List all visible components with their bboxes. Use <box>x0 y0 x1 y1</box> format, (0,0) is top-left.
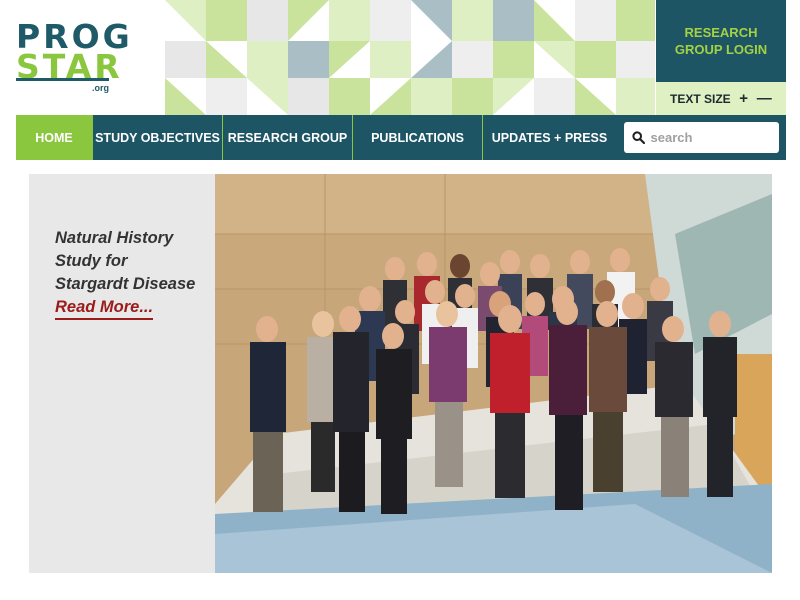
search-input[interactable] <box>650 130 771 145</box>
search-box[interactable] <box>623 122 779 153</box>
logo-domain-suffix: .org <box>92 83 109 93</box>
nav-item-publications[interactable]: PUBLICATIONS <box>353 115 483 160</box>
nav-item-study-objectives[interactable]: STUDY OBJECTIVES <box>93 115 223 160</box>
hero-title: Natural History Study for Stargardt Dise… <box>55 229 196 293</box>
nav-item-home[interactable]: HOME <box>16 115 93 160</box>
site-header: PROG STAR .org RESEARCH GROUP LOGIN TEXT… <box>0 0 800 115</box>
nav-item-research-group[interactable]: RESEARCH GROUP <box>223 115 353 160</box>
text-size-label: TEXT SIZE <box>670 91 731 106</box>
text-size-control: TEXT SIZE + — <box>656 82 786 115</box>
research-group-photo <box>215 174 772 573</box>
nav-item-updates-press[interactable]: UPDATES + PRESS <box>483 115 616 160</box>
increase-text-size-button[interactable]: + <box>737 90 751 107</box>
decrease-text-size-button[interactable]: — <box>757 90 772 107</box>
search-icon[interactable] <box>631 131 645 144</box>
logo-underline <box>16 78 109 81</box>
research-group-login-button[interactable]: RESEARCH GROUP LOGIN <box>656 0 786 82</box>
research-group-login-label: RESEARCH GROUP LOGIN <box>674 25 768 57</box>
progstar-logo[interactable]: PROG STAR .org <box>16 20 130 97</box>
search-area <box>616 115 786 160</box>
hero-banner: Natural History Study for Stargardt Dise… <box>29 174 772 573</box>
read-more-link[interactable]: Read More... <box>55 298 154 320</box>
main-navigation: HOME STUDY OBJECTIVES RESEARCH GROUP PUB… <box>16 115 786 160</box>
decorative-mosaic-pattern <box>165 0 655 115</box>
hero-text-block: Natural History Study for Stargardt Dise… <box>55 227 205 320</box>
